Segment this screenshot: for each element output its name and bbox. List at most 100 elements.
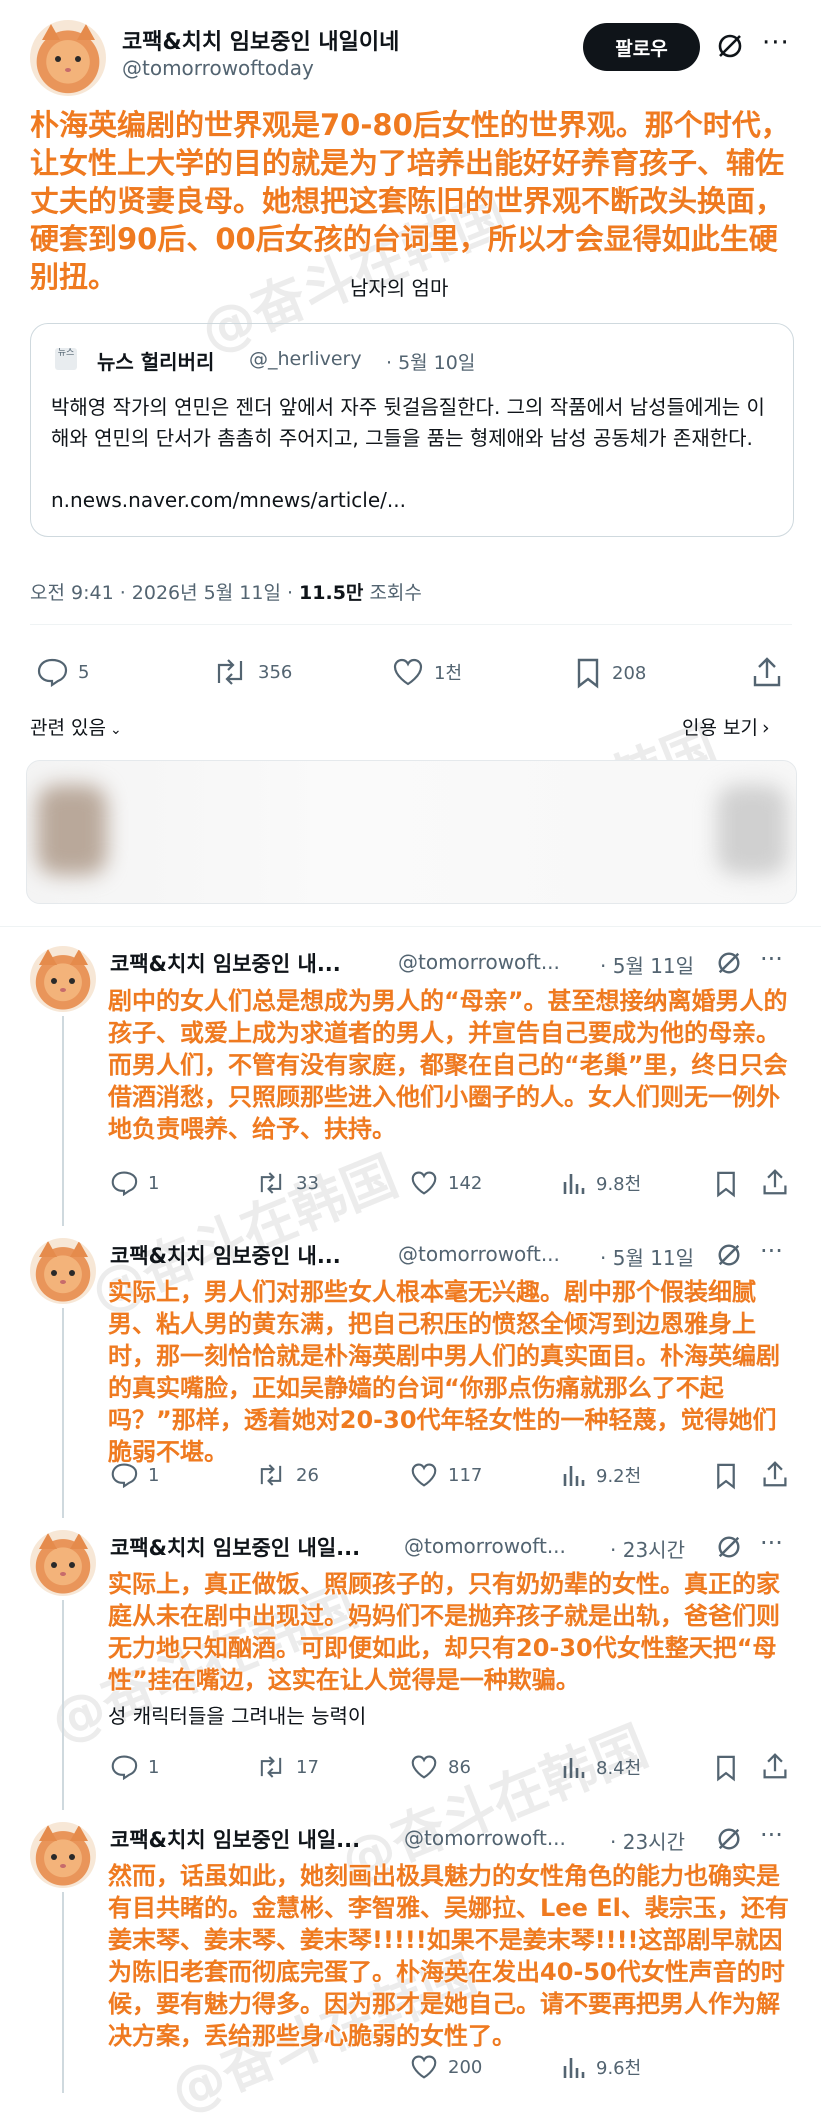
quote-link[interactable]: n.news.naver.com/mnews/article/... [51,488,406,512]
grok-icon[interactable] [716,950,742,976]
analytics-icon [563,1174,585,1194]
bookmark-button[interactable] [714,1754,738,1786]
tweet-text-korean: 남자의 엄마 [350,276,449,300]
reply-avatar[interactable] [30,1530,96,1596]
tweet-text-translation: 朴海英编剧的世界观是70-80后女性的世界观。那个时代，让女性上大学的目的就是为… [30,108,790,294]
bookmark-button[interactable]: 208 [574,657,646,689]
views-button[interactable]: 9.2천 [562,1462,641,1488]
reply-author-handle[interactable]: @tomorrowoft... [404,1826,566,1850]
reply-author-handle[interactable]: @tomorrowoft... [398,1242,560,1266]
quote-card[interactable]: 뉴스 뉴스 헐리버리 @_herlivery · 5월 10일 박해영 작가의 … [30,323,794,537]
related-label: 관련 있음 [30,717,106,739]
reply-time[interactable]: · 5월 11일 [600,950,694,979]
tweet-meta: 오전 9:41 · 2026년 5월 11일 · 11.5만 조회수 [30,578,422,605]
retweet-icon [260,1756,282,1778]
grok-icon[interactable] [716,1534,742,1560]
reply-icon [37,658,68,687]
retweet-icon [217,659,243,685]
chevron-down-icon: ⌄ [109,722,122,738]
views-button[interactable]: 9.6천 [562,2054,641,2080]
more-icon[interactable]: ··· [760,1237,783,1265]
reply-button[interactable]: 1 [110,1170,159,1196]
views-button[interactable]: 8.4천 [562,1754,641,1780]
reply-time[interactable]: · 23시간 [610,1826,685,1855]
like-button[interactable]: 86 [410,1754,471,1780]
reply-text-korean: 성 캐릭터들을 그려내는 능력이 [108,1704,367,1728]
related-preview[interactable] [26,760,797,904]
reply-author-name[interactable]: 코팩&치치 임보중인 내... [110,1240,341,1270]
reply-author-name[interactable]: 코팩&치치 임보중인 내일... [110,1532,360,1562]
grok-icon[interactable] [716,1826,742,1852]
reply-author-handle[interactable]: @tomorrowoft... [404,1534,566,1558]
reply-count: 1 [148,1172,160,1194]
share-button[interactable] [762,1168,788,1200]
more-icon[interactable]: ··· [762,28,790,58]
share-button[interactable] [762,1752,788,1784]
reply-avatar[interactable] [30,1238,96,1304]
reply-text: 实际上，男人们对那些女人根本毫无兴趣。剧中那个假装细腻男、粘人男的黄东满，把自己… [108,1278,780,1466]
avatar[interactable] [30,20,106,96]
retweet-button[interactable]: 26 [256,1462,319,1488]
view-quotes-label: 인용 보기 [682,717,758,739]
reply-author-name[interactable]: 코팩&치치 임보중인 내... [110,948,341,978]
like-button[interactable]: 1천 [392,657,462,687]
more-icon[interactable]: ··· [760,945,783,973]
retweet-button[interactable]: 356 [212,657,292,687]
related-thumbnail [717,785,787,875]
retweet-count: 17 [296,1756,319,1778]
reply-button[interactable]: 5 [36,657,89,687]
share-button[interactable] [752,656,782,692]
more-icon[interactable]: ··· [760,1529,783,1557]
like-button[interactable]: 142 [410,1170,482,1196]
author-handle[interactable]: @tomorrowoftoday [122,56,314,80]
grok-icon[interactable] [716,1242,742,1268]
reply-text: 剧中的女人们总是想成为男人的“母亲”。甚至想接纳离婚男人的孩子、或爱上成为求道者… [108,987,788,1143]
reply-avatar[interactable] [30,946,96,1012]
reply-button[interactable]: 1 [110,1754,159,1780]
reply-count: 5 [78,661,90,683]
analytics-icon [563,2058,585,2078]
tweet-timestamp[interactable]: 오전 9:41 · 2026년 5월 11일 · [30,582,299,604]
retweet-button[interactable]: 17 [256,1754,319,1780]
heart-icon [411,1171,437,1195]
like-count: 117 [448,1464,483,1486]
reply-button[interactable]: 1 [110,1462,159,1488]
views-count: 9.2천 [596,1466,642,1487]
views-count: 8.4천 [596,1758,642,1779]
share-icon [763,1461,787,1487]
like-button[interactable]: 117 [410,1462,482,1488]
reply-author-name[interactable]: 코팩&치치 임보중인 내일... [110,1824,360,1854]
view-label: 조회수 [363,582,422,604]
quote-logo: 뉴스 [55,348,77,370]
like-button[interactable]: 200 [410,2054,482,2080]
related-thumbnail [37,785,107,875]
views-count: 9.6천 [596,2058,642,2079]
reply-icon [111,1755,138,1780]
author-name[interactable]: 코팩&치치 임보중인 내일이네 [122,24,399,56]
thread-connector [62,1892,64,2093]
bookmark-count: 208 [612,662,647,684]
more-icon[interactable]: ··· [760,1821,783,1849]
share-button[interactable] [762,1460,788,1492]
related-toggle[interactable]: 관련 있음 ⌄ [30,713,122,740]
reply-avatar[interactable] [30,1822,96,1888]
retweet-count: 26 [296,1464,319,1486]
bookmark-button[interactable] [714,1462,738,1494]
bookmark-icon [717,1171,735,1198]
reply-text: 实际上，真正做饭、照顾孩子的，只有奶奶辈的女性。真正的家庭从未在剧中出现过。妈妈… [108,1570,780,1694]
share-icon [753,657,781,687]
bookmark-button[interactable] [714,1170,738,1202]
views-button[interactable]: 9.8천 [562,1170,641,1196]
reply-count: 1 [148,1464,160,1486]
reply-time[interactable]: · 23시간 [610,1534,685,1563]
bookmark-icon [717,1755,735,1782]
reply-time[interactable]: · 5월 11일 [600,1242,694,1271]
bookmark-icon [577,658,599,689]
grok-icon[interactable] [716,32,744,60]
view-quotes-link[interactable]: 인용 보기 › [682,713,770,740]
heart-icon [411,1463,437,1487]
retweet-button[interactable]: 33 [256,1170,319,1196]
reply-author-handle[interactable]: @tomorrowoft... [398,950,560,974]
follow-button[interactable]: 팔로우 [583,23,700,71]
reply-count: 1 [148,1756,160,1778]
